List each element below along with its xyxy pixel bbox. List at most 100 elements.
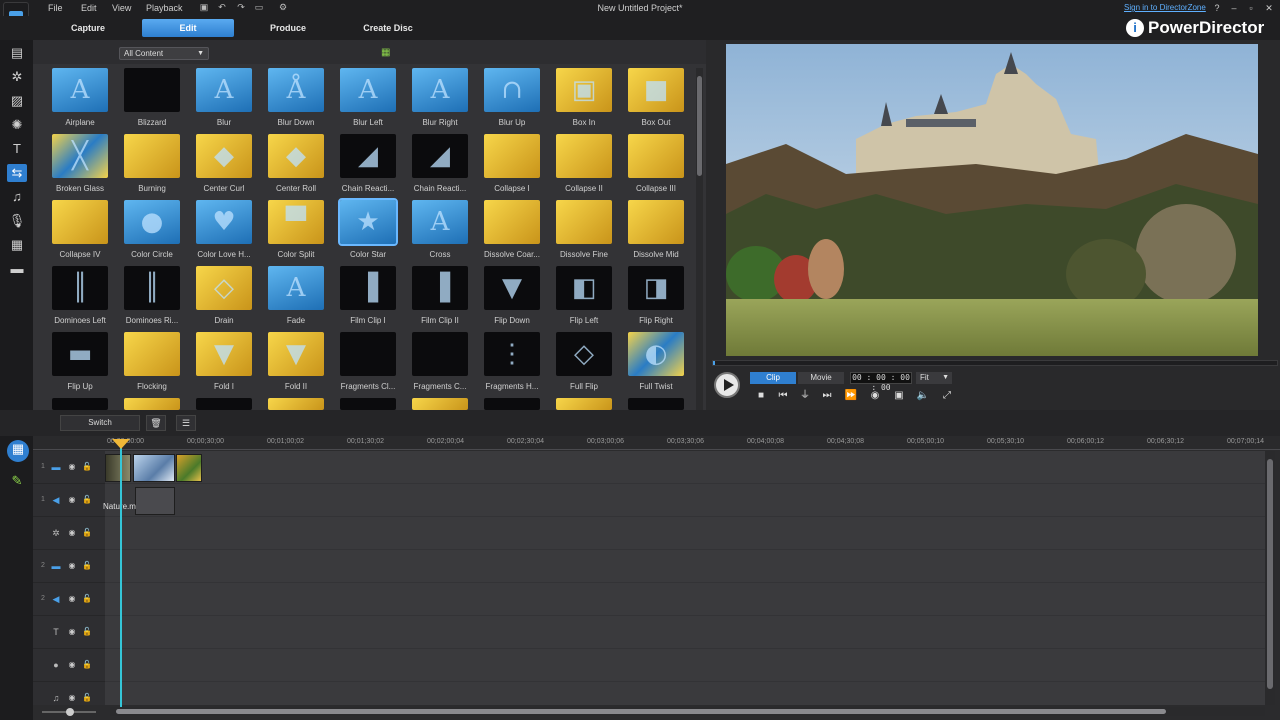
transition-item[interactable]: ◧ Flip Left — [551, 266, 623, 332]
track-visibility-icon[interactable]: ◉ — [67, 561, 77, 571]
transition-item[interactable]: Fragments C... — [407, 332, 479, 398]
track-lock-icon[interactable]: 🔓 — [82, 561, 92, 571]
track-visibility-icon[interactable]: ◉ — [67, 528, 77, 538]
fast-forward-icon[interactable]: ⏩ — [844, 389, 858, 403]
transition-item[interactable]: ⋮ Fragments H... — [479, 332, 551, 398]
transition-item[interactable]: A Blur Left — [335, 68, 407, 134]
magic-tool-icon[interactable]: ✎ — [7, 472, 27, 490]
transition-item[interactable]: ◢ Chain Reacti... — [407, 134, 479, 200]
grid-view-icon[interactable]: ▦ — [381, 48, 391, 58]
particle-room-icon[interactable]: ✺ — [7, 116, 27, 134]
transition-thumbnail[interactable]: ◆ — [268, 134, 324, 178]
transition-thumbnail[interactable] — [556, 398, 612, 410]
transition-thumbnail[interactable]: ╳ — [52, 134, 108, 178]
transition-item[interactable]: A Blur Right — [407, 68, 479, 134]
track-manager-icon[interactable]: ☰ — [176, 415, 196, 431]
transition-thumbnail[interactable]: ▀ — [268, 200, 324, 244]
transition-item[interactable]: Å Blur Down — [263, 68, 335, 134]
timeline-vertical-scrollbar[interactable] — [1265, 451, 1275, 705]
transition-thumbnail[interactable]: A — [196, 68, 252, 112]
effect-track-icon[interactable]: ✲ — [49, 528, 63, 538]
transition-thumbnail[interactable] — [52, 200, 108, 244]
track-row[interactable] — [105, 649, 1265, 682]
transition-thumbnail[interactable]: A — [268, 266, 324, 310]
track-lock-icon[interactable]: 🔓 — [82, 594, 92, 604]
preview-seek-bar[interactable] — [712, 360, 1278, 366]
track-visibility-icon[interactable]: ◉ — [67, 462, 77, 472]
transition-thumbnail[interactable]: A — [412, 200, 468, 244]
track-visibility-icon[interactable]: ◉ — [67, 495, 77, 505]
transition-item[interactable]: ▼ Fold II — [263, 332, 335, 398]
timeline-vscroll-thumb[interactable] — [1267, 459, 1273, 689]
transition-item[interactable]: ● Color Circle — [119, 200, 191, 266]
transition-item[interactable]: A Airplane — [47, 68, 119, 134]
minimize-button[interactable]: – — [1228, 2, 1240, 14]
transition-item[interactable]: Collapse I — [479, 134, 551, 200]
transition-item[interactable]: A Fade — [263, 266, 335, 332]
transition-thumbnail[interactable]: ◆ — [196, 134, 252, 178]
transition-item[interactable]: A Blur — [191, 68, 263, 134]
undock-window-icon[interactable]: ⤢ — [940, 389, 954, 403]
delete-trash-icon[interactable]: 🗑 — [146, 415, 166, 431]
transition-thumbnail[interactable] — [556, 134, 612, 178]
chapter-room-icon[interactable]: ▦ — [7, 236, 27, 254]
transition-thumbnail[interactable] — [52, 398, 108, 410]
audio-track-2-icon[interactable]: ◀ — [49, 594, 63, 604]
audio-mixing-room-icon[interactable]: ♫ — [7, 188, 27, 206]
stop-icon[interactable]: ■ — [754, 389, 768, 403]
transition-item[interactable]: Dissolve Coar... — [479, 200, 551, 266]
track-visibility-icon[interactable]: ◉ — [67, 594, 77, 604]
transition-thumbnail[interactable]: ▼ — [484, 266, 540, 310]
transition-item[interactable]: ◆ Center Roll — [263, 134, 335, 200]
transition-item[interactable]: ▐ Film Clip I — [335, 266, 407, 332]
zoom-fit-dropdown[interactable]: Fit ▼ — [916, 372, 952, 384]
transition-thumbnail[interactable] — [124, 68, 180, 112]
transition-item[interactable]: Dissolve Fine — [551, 200, 623, 266]
transition-item[interactable]: ◐ Full Twist — [623, 332, 695, 398]
transition-thumbnail[interactable]: ▼ — [196, 332, 252, 376]
transition-item[interactable]: ▐ Film Clip II — [407, 266, 479, 332]
close-button[interactable]: ✕ — [1263, 2, 1275, 14]
timeline-zoom-slider[interactable] — [36, 708, 102, 716]
transition-thumbnail[interactable] — [484, 200, 540, 244]
transition-thumbnail[interactable]: Å — [268, 68, 324, 112]
pip-room-icon[interactable]: ▨ — [7, 92, 27, 110]
tab-capture[interactable]: Capture — [42, 19, 134, 37]
transition-thumbnail[interactable]: ∩ — [484, 68, 540, 112]
transition-thumbnail[interactable] — [628, 398, 684, 410]
transition-item[interactable]: ∩ Blur Up — [479, 68, 551, 134]
transition-thumbnail[interactable] — [628, 200, 684, 244]
transition-room-icon[interactable]: ⇆ — [7, 164, 27, 182]
transition-thumbnail[interactable]: ◇ — [196, 266, 252, 310]
play-button[interactable] — [714, 372, 740, 398]
transition-thumbnail[interactable] — [628, 134, 684, 178]
voice-track-icon[interactable]: ● — [49, 660, 63, 670]
transition-item[interactable]: A Cross — [407, 200, 479, 266]
transition-thumbnail[interactable]: ◢ — [340, 134, 396, 178]
subtitle-room-icon[interactable]: ▬ — [7, 260, 27, 278]
library-scroll-thumb[interactable] — [697, 76, 702, 176]
effect-room-icon[interactable]: ✲ — [7, 68, 27, 86]
track-visibility-icon[interactable]: ◉ — [67, 660, 77, 670]
transition-thumbnail[interactable]: A — [412, 68, 468, 112]
transition-thumbnail[interactable] — [124, 398, 180, 410]
transition-item[interactable]: ◇ Full Flip — [551, 332, 623, 398]
transition-thumbnail[interactable] — [268, 398, 324, 410]
library-scrollbar[interactable] — [696, 68, 703, 410]
transition-item[interactable]: ♥ Color Love H... — [191, 200, 263, 266]
tab-create-disc[interactable]: Create Disc — [342, 19, 434, 37]
transition-thumbnail[interactable]: ║ — [124, 266, 180, 310]
movie-mode-button[interactable]: Movie — [798, 372, 844, 384]
transition-thumbnail[interactable] — [412, 398, 468, 410]
transition-item[interactable]: Collapse II — [551, 134, 623, 200]
track-lock-icon[interactable]: 🔓 — [82, 528, 92, 538]
transition-item[interactable]: ★ Color Star — [335, 198, 407, 266]
transition-thumbnail[interactable]: ▐ — [412, 266, 468, 310]
track-row[interactable] — [105, 517, 1265, 550]
transition-item[interactable]: ■ Box Out — [623, 68, 695, 134]
transition-item[interactable]: Blizzard — [119, 68, 191, 134]
preview-quality-icon[interactable]: ▣ — [892, 389, 906, 403]
transition-thumbnail[interactable]: ◢ — [412, 134, 468, 178]
timeline-ruler[interactable]: 00:00:00:0000;00;30;0000;01;00;0200;01;3… — [33, 436, 1280, 450]
timeline-horizontal-scrollbar[interactable] — [110, 707, 1265, 716]
